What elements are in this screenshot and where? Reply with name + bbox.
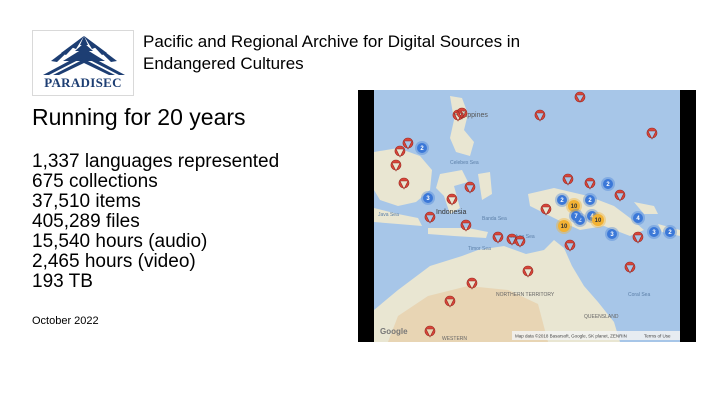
paradisec-logo: PARADISEC [32, 30, 134, 96]
cluster-marker[interactable]: 2 [583, 193, 597, 207]
label-timor-sea: Timor Sea [468, 246, 491, 252]
cluster-marker[interactable]: 10 [590, 212, 606, 228]
label-northern-territory: NORTHERN TERRITORY [496, 292, 555, 298]
map-frame-left [358, 90, 374, 342]
cluster-marker[interactable]: 2 [663, 225, 677, 239]
cluster-marker[interactable]: 2 [415, 141, 429, 155]
label-celebes-sea: Celebes Sea [450, 160, 479, 166]
label-banda-sea: Banda Sea [482, 216, 507, 222]
svg-text:10: 10 [561, 224, 568, 230]
page-title: Pacific and Regional Archive for Digital… [143, 32, 521, 73]
stat-collections: 675 collections [32, 171, 158, 192]
svg-text:10: 10 [595, 218, 602, 224]
label-queensland: QUEENSLAND [584, 314, 619, 320]
cluster-marker[interactable]: 4 [631, 211, 645, 225]
stat-storage: 193 TB [32, 271, 93, 292]
cluster-marker[interactable]: 10 [556, 218, 572, 234]
map-frame-right [680, 90, 696, 342]
cluster-marker[interactable]: 3 [605, 227, 619, 241]
logo-text: PARADISEC [44, 75, 122, 90]
google-logo: Google [380, 327, 408, 336]
collection-map[interactable]: Philippines Celebes Sea Indonesia Banda … [358, 90, 696, 342]
cluster-marker[interactable]: 3 [647, 225, 661, 239]
label-western: WESTERN [442, 336, 467, 342]
cluster-marker[interactable]: 3 [421, 191, 435, 205]
cluster-marker[interactable]: 2 [601, 177, 615, 191]
date-label: October 2022 [32, 315, 99, 327]
stats-list: 1,337 languages represented 675 collecti… [32, 152, 279, 292]
stat-files: 405,289 files [32, 211, 140, 232]
stat-languages: 1,337 languages represented [32, 151, 280, 172]
label-indonesia: Indonesia [436, 209, 466, 216]
map-canvas[interactable]: Philippines Celebes Sea Indonesia Banda … [358, 90, 696, 342]
stat-audio-hours: 15,540 hours (audio) [32, 231, 208, 252]
label-coral-sea: Coral Sea [628, 292, 650, 298]
subtitle: Running for 20 years [32, 104, 246, 130]
terms-link[interactable]: Terms of Use [644, 334, 671, 339]
cluster-marker[interactable]: 7 [569, 209, 583, 223]
label-java-sea: Java Sea [378, 212, 399, 218]
stat-video-hours: 2,465 hours (video) [32, 251, 196, 272]
map-attribution: Map data ©2018 Basarsoft, Google, SK pla… [515, 333, 627, 339]
stat-items: 37,510 items [32, 191, 141, 212]
